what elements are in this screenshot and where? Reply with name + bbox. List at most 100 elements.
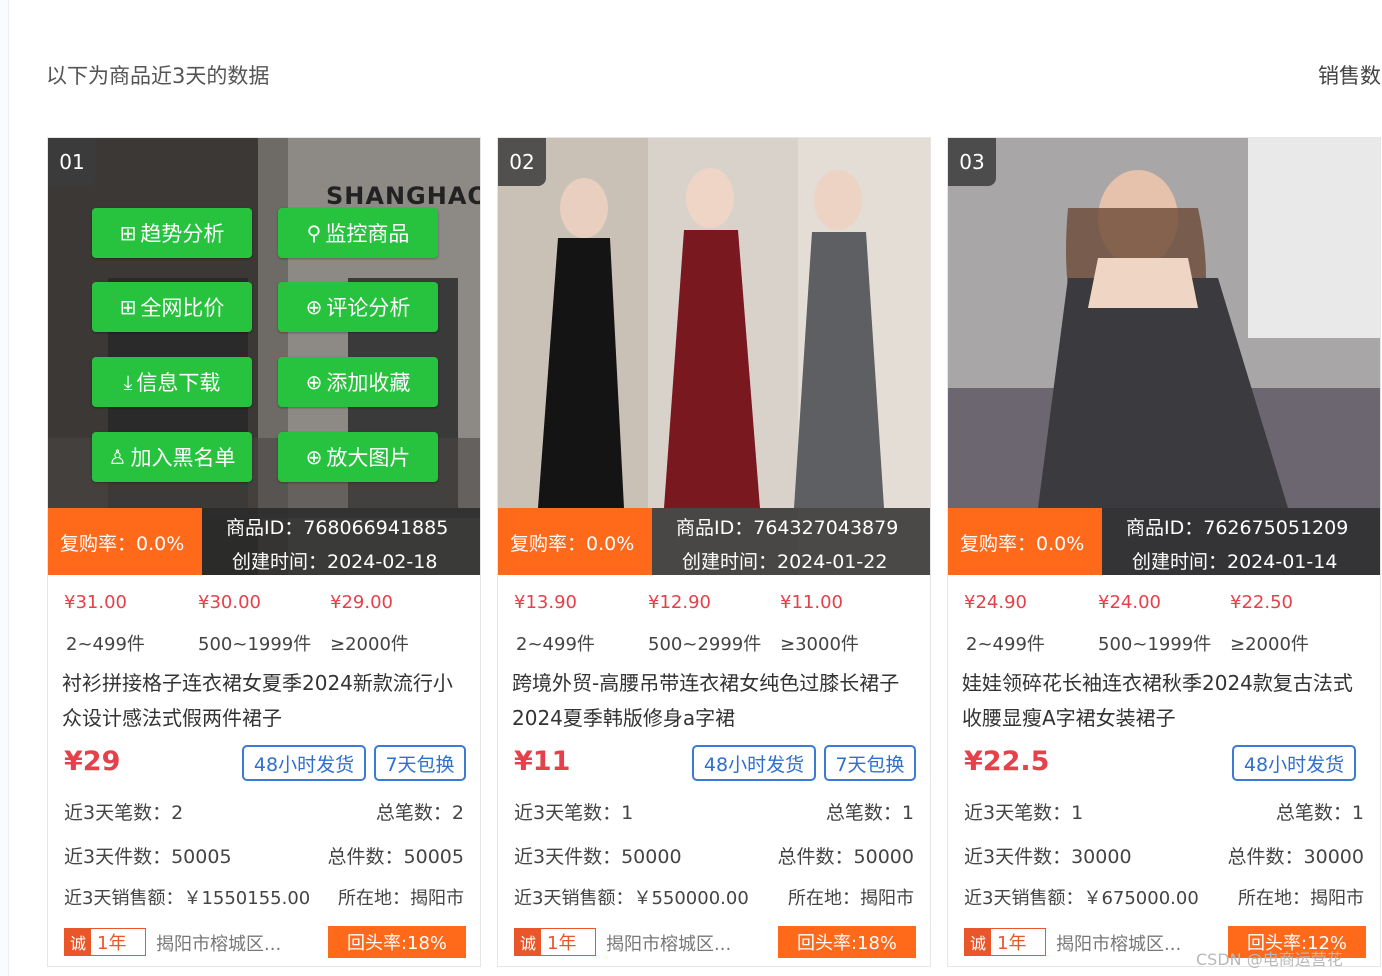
info-download-label: 信息下载 xyxy=(136,371,221,395)
ship-48h-tag: 48小时发货 xyxy=(692,745,816,781)
pieces-total: 总件数：30000 xyxy=(1227,846,1364,868)
download-icon: ⤓ xyxy=(123,370,133,394)
tier-quantity: ≥2000件 xyxy=(330,634,409,655)
repurchase-rate: 复购率：0.0% xyxy=(48,508,202,575)
section-title: 以下为商品近3天的数据 xyxy=(46,64,270,88)
review-analysis-button[interactable]: ⊕ 评论分析 xyxy=(278,282,438,332)
orders-3d: 近3天笔数：1 xyxy=(514,802,634,824)
page: 以下为商品近3天的数据 销售数 SHANGHAO ⊞ 趋势分析 ⚲ 监控商品 ⊞ 全网… xyxy=(0,0,1382,976)
add-blacklist-label: 加入黑名单 xyxy=(130,446,236,470)
info-download-button[interactable]: ⤓ 信息下载 xyxy=(92,357,252,407)
repurchase-rate: 复购率：0.0% xyxy=(948,508,1102,575)
compare-icon: ⊞ xyxy=(119,295,137,319)
created-time: 创建时间：2024-01-14 xyxy=(1132,551,1338,573)
ship-48h-tag: 48小时发货 xyxy=(1232,745,1356,781)
return-rate-badge: 回头率:18% xyxy=(778,926,916,958)
monitor-icon: ⚲ xyxy=(306,221,322,245)
location: 所在地：揭阳市 xyxy=(788,888,914,909)
tier-quantity: 2~499件 xyxy=(66,634,145,655)
tier-price: ¥30.00 xyxy=(198,592,261,613)
product-id: 商品ID：768066941885 xyxy=(226,517,449,539)
add-blacklist-button[interactable]: ♙ 加入黑名单 xyxy=(92,432,252,482)
zoom-image-button[interactable]: ⊕ 放大图片 xyxy=(278,432,438,482)
product-id: 商品ID：762675051209 xyxy=(1126,517,1349,539)
blacklist-icon: ♙ xyxy=(108,445,127,469)
integrity-badge: 诚 1年 xyxy=(964,928,1046,956)
pieces-3d: 近3天件数：50005 xyxy=(64,846,232,868)
trend-analysis-button[interactable]: ⊞ 趋势分析 xyxy=(92,208,252,258)
tier-price: ¥11.00 xyxy=(780,592,843,613)
watermark: CSDN @电商运营花 xyxy=(1196,950,1343,969)
product-image[interactable]: 02 复购率：0.0% 商品ID：764327043879 创建时间：2024-… xyxy=(498,138,930,575)
integrity-years: 1年 xyxy=(97,933,127,954)
orders-3d: 近3天笔数：2 xyxy=(64,802,184,824)
sales-3d: 近3天销售额：￥675000.00 xyxy=(964,888,1199,909)
product-price: ¥29 xyxy=(64,746,121,777)
integrity-badge: 诚 1年 xyxy=(514,928,596,956)
tier-price: ¥22.50 xyxy=(1230,592,1293,613)
pieces-total: 总件数：50005 xyxy=(327,846,464,868)
review-analysis-label: 评论分析 xyxy=(326,296,411,320)
integrity-years: 1年 xyxy=(547,933,577,954)
sales-3d: 近3天销售额：￥1550155.00 xyxy=(64,888,311,909)
zoom-image-label: 放大图片 xyxy=(326,446,411,470)
tier-price: ¥12.90 xyxy=(648,592,711,613)
tier-price: ¥24.90 xyxy=(964,592,1027,613)
tier-quantity: 2~499件 xyxy=(966,634,1045,655)
trend-icon: ⊞ xyxy=(119,221,137,245)
tier-price: ¥29.00 xyxy=(330,592,393,613)
integrity-icon: 诚 xyxy=(965,929,991,955)
location: 所在地：揭阳市 xyxy=(1238,888,1364,909)
rank-badge: 03 xyxy=(948,138,996,186)
orders-total: 总笔数：1 xyxy=(825,802,914,824)
rank-badge: 02 xyxy=(498,138,546,186)
product-image[interactable]: 03 复购率：0.0% 商品ID：762675051209 创建时间：2024-… xyxy=(948,138,1380,575)
shop-name[interactable]: 揭阳市榕城区... xyxy=(156,930,281,956)
product-image[interactable]: SHANGHAO ⊞ 趋势分析 ⚲ 监控商品 ⊞ 全网比价 ⊕ 评论分析 ⤓ 信息下载 ⊕… xyxy=(48,138,480,575)
sales-data-tab[interactable]: 销售数 xyxy=(1318,60,1381,90)
product-title[interactable]: 跨境外贸-高腰吊带连衣裙女纯色过膝长裙子2024夏季韩版修身a字裙 xyxy=(512,666,922,736)
add-favorite-button[interactable]: ⊕ 添加收藏 xyxy=(278,357,438,407)
product-card[interactable]: SHANGHAO ⊞ 趋势分析 ⚲ 监控商品 ⊞ 全网比价 ⊕ 评论分析 ⤓ 信息下载 ⊕… xyxy=(47,137,481,967)
tier-price: ¥31.00 xyxy=(64,592,127,613)
product-card[interactable]: 02 复购率：0.0% 商品ID：764327043879 创建时间：2024-… xyxy=(497,137,931,967)
pieces-total: 总件数：50000 xyxy=(777,846,914,868)
product-id: 商品ID：764327043879 xyxy=(676,517,899,539)
zoom-icon: ⊕ xyxy=(305,445,323,469)
pieces-3d: 近3天件数：30000 xyxy=(964,846,1132,868)
integrity-badge: 诚 1年 xyxy=(64,928,146,956)
orders-total: 总笔数：1 xyxy=(1275,802,1364,824)
ship-48h-tag: 48小时发货 xyxy=(242,745,366,781)
location: 所在地：揭阳市 xyxy=(338,888,464,909)
tier-quantity: 500~1999件 xyxy=(198,634,312,655)
product-title[interactable]: 衬衫拼接格子连衣裙女夏季2024新款流行小众设计感法式假两件裙子 xyxy=(62,666,472,736)
product-price: ¥22.5 xyxy=(964,746,1050,777)
tier-quantity: ≥2000件 xyxy=(1230,634,1309,655)
integrity-icon: 诚 xyxy=(65,929,91,955)
tier-price: ¥24.00 xyxy=(1098,592,1161,613)
created-time: 创建时间：2024-02-18 xyxy=(232,551,438,573)
shop-name[interactable]: 揭阳市榕城区... xyxy=(1056,930,1181,956)
tier-quantity: ≥3000件 xyxy=(780,634,859,655)
return-rate-badge: 回头率:18% xyxy=(328,926,466,958)
tier-price: ¥13.90 xyxy=(514,592,577,613)
monitor-product-button[interactable]: ⚲ 监控商品 xyxy=(278,208,438,258)
tier-quantity: 2~499件 xyxy=(516,634,595,655)
price-compare-button[interactable]: ⊞ 全网比价 xyxy=(92,282,252,332)
product-card[interactable]: 03 复购率：0.0% 商品ID：762675051209 创建时间：2024-… xyxy=(947,137,1381,967)
rank-badge: 01 xyxy=(48,138,96,186)
tier-quantity: 500~2999件 xyxy=(648,634,762,655)
add-favorite-label: 添加收藏 xyxy=(326,371,411,395)
shop-name[interactable]: 揭阳市榕城区... xyxy=(606,930,731,956)
exchange-7d-tag: 7天包换 xyxy=(374,745,466,781)
created-time: 创建时间：2024-01-22 xyxy=(682,551,888,573)
repurchase-rate: 复购率：0.0% xyxy=(498,508,652,575)
tier-quantity: 500~1999件 xyxy=(1098,634,1212,655)
pieces-3d: 近3天件数：50000 xyxy=(514,846,682,868)
exchange-7d-tag: 7天包换 xyxy=(824,745,916,781)
monitor-product-label: 监控商品 xyxy=(325,222,410,246)
favorite-icon: ⊕ xyxy=(305,370,323,394)
integrity-years: 1年 xyxy=(997,933,1027,954)
product-title[interactable]: 娃娃领碎花长袖连衣裙秋季2024款复古法式收腰显瘦A字裙女装裙子 xyxy=(962,666,1372,736)
sales-3d: 近3天销售额：￥550000.00 xyxy=(514,888,749,909)
